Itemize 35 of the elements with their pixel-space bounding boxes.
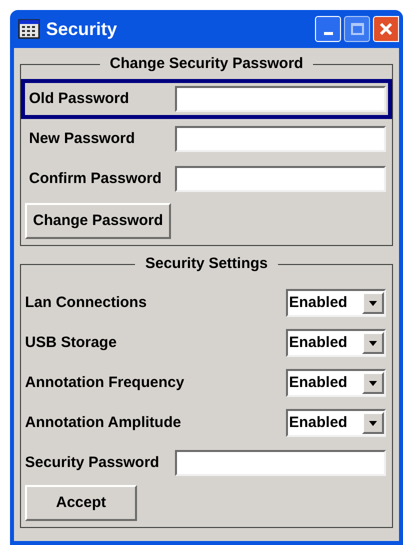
password-field[interactable] — [175, 86, 386, 112]
window-title: Security — [46, 18, 118, 41]
password-field[interactable] — [175, 450, 386, 476]
setting-label: Lan Connections — [25, 292, 148, 313]
setting-label: Security Password — [25, 452, 160, 473]
password-field[interactable] — [175, 126, 386, 152]
caret-icon — [369, 420, 377, 426]
dropdown-button[interactable] — [362, 292, 384, 314]
group-title: Security Settings — [135, 255, 278, 273]
group-title: Change Security Password — [100, 55, 314, 73]
dropdown-button[interactable] — [362, 372, 384, 394]
maximize-icon — [350, 23, 364, 35]
caret-icon — [369, 340, 377, 346]
minimize-icon — [324, 32, 332, 35]
caret-icon — [369, 300, 377, 306]
accept-button[interactable]: Accept — [25, 485, 137, 521]
close-button[interactable] — [373, 16, 399, 42]
field-label: Confirm Password — [29, 168, 163, 189]
dropdown[interactable]: Enabled — [286, 409, 386, 437]
caret-icon — [369, 380, 377, 386]
dropdown[interactable]: Enabled — [286, 369, 386, 397]
setting-label: Annotation Amplitude — [25, 412, 182, 433]
close-icon — [379, 22, 393, 36]
field-label: New Password — [29, 128, 136, 149]
dropdown-button[interactable] — [362, 332, 384, 354]
setting-label: USB Storage — [25, 332, 118, 353]
dropdown[interactable]: Enabled — [286, 289, 386, 317]
password-field[interactable] — [175, 166, 386, 192]
field-label: Old Password — [29, 88, 130, 109]
dropdown-button[interactable] — [362, 412, 384, 434]
calendar-icon — [18, 19, 40, 39]
minimize-button[interactable] — [315, 16, 341, 42]
change-password-button[interactable]: Change Password — [25, 203, 172, 239]
dropdown[interactable]: Enabled — [286, 329, 386, 357]
setting-label: Annotation Frequency — [25, 372, 186, 393]
